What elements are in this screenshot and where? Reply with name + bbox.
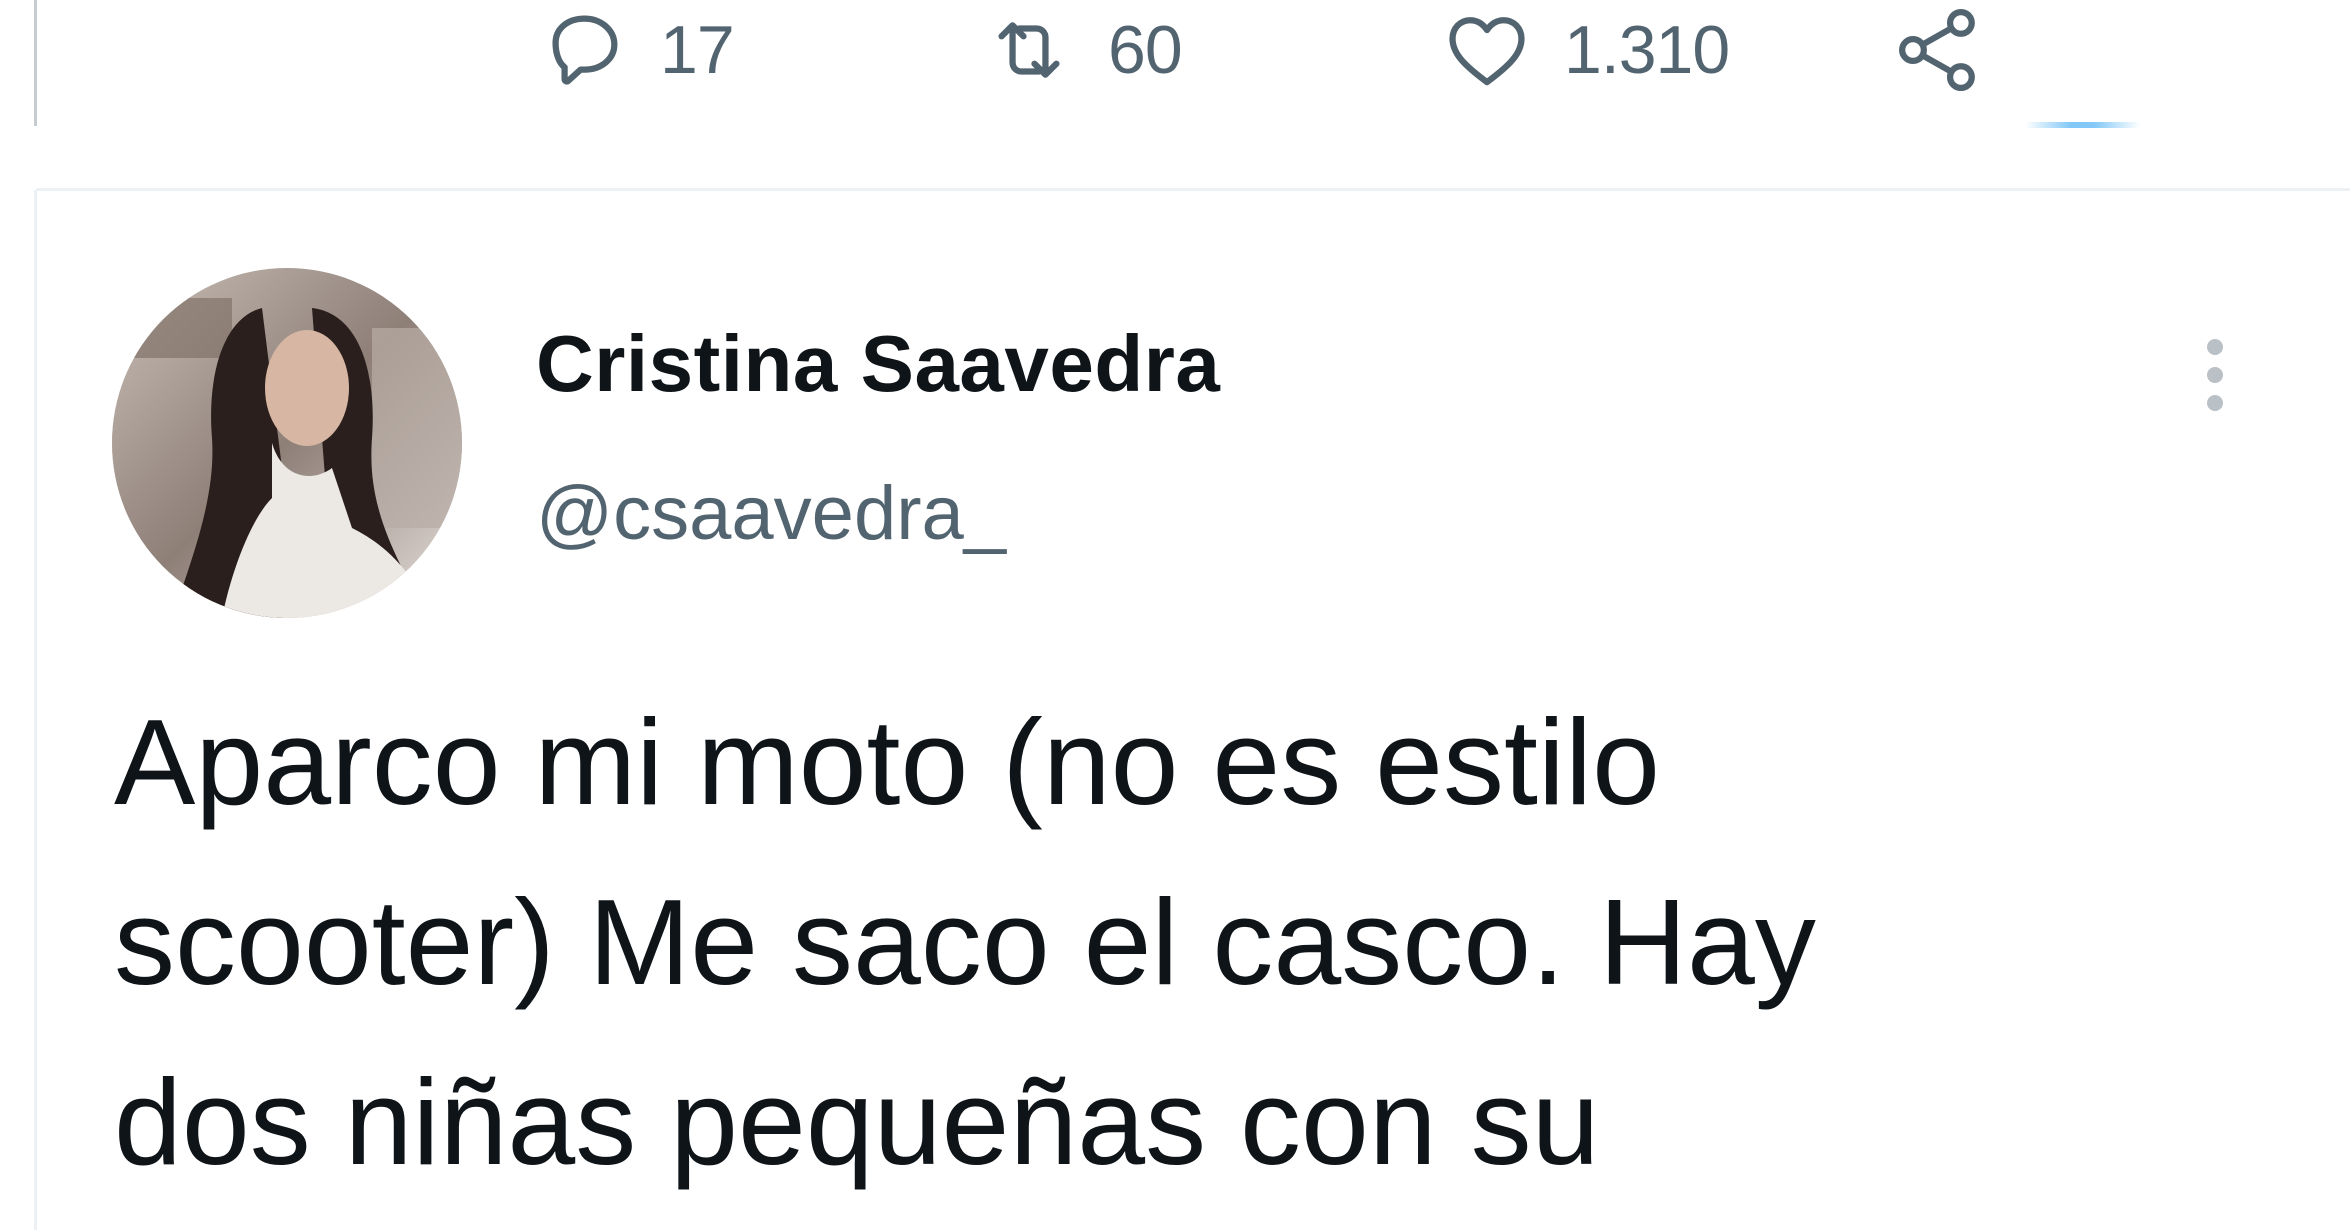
- tweet-divider: [36, 188, 2350, 191]
- tab-indicator: [2025, 122, 2140, 128]
- author-display-name[interactable]: Cristina Saavedra: [536, 318, 1220, 410]
- reply-count: 17: [660, 12, 735, 88]
- like-count: 1.310: [1564, 12, 1730, 88]
- avatar[interactable]: [112, 268, 462, 618]
- heart-icon: [1440, 3, 1534, 97]
- more-vertical-icon: [2207, 339, 2223, 411]
- retweet-icon: [980, 3, 1078, 97]
- tweet-text-line: Aparco mi moto (no es estilo: [114, 694, 1660, 830]
- share-icon: [1888, 0, 1988, 100]
- retweet-count: 60: [1108, 12, 1183, 88]
- reply-icon: [536, 3, 630, 97]
- timeline: 17 60 1.310 Cristina Saavedra @csaavedra…: [0, 0, 2350, 1230]
- reply-button[interactable]: 17: [536, 0, 735, 100]
- more-button[interactable]: [2180, 320, 2250, 430]
- tweet-text: Aparco mi moto (no es estilo scooter) Me…: [114, 672, 2264, 1212]
- column-border: [34, 0, 37, 126]
- like-button[interactable]: 1.310: [1440, 0, 1730, 100]
- share-button[interactable]: [1888, 0, 1988, 100]
- profile-photo: [112, 268, 462, 618]
- tweet-text-line: scooter) Me saco el casco. Hay: [114, 874, 1816, 1010]
- column-border: [34, 190, 37, 1230]
- author-handle[interactable]: @csaavedra_: [536, 470, 1006, 557]
- retweet-button[interactable]: 60: [980, 0, 1183, 100]
- tweet-text-line: dos niñas pequeñas con su: [114, 1054, 1600, 1190]
